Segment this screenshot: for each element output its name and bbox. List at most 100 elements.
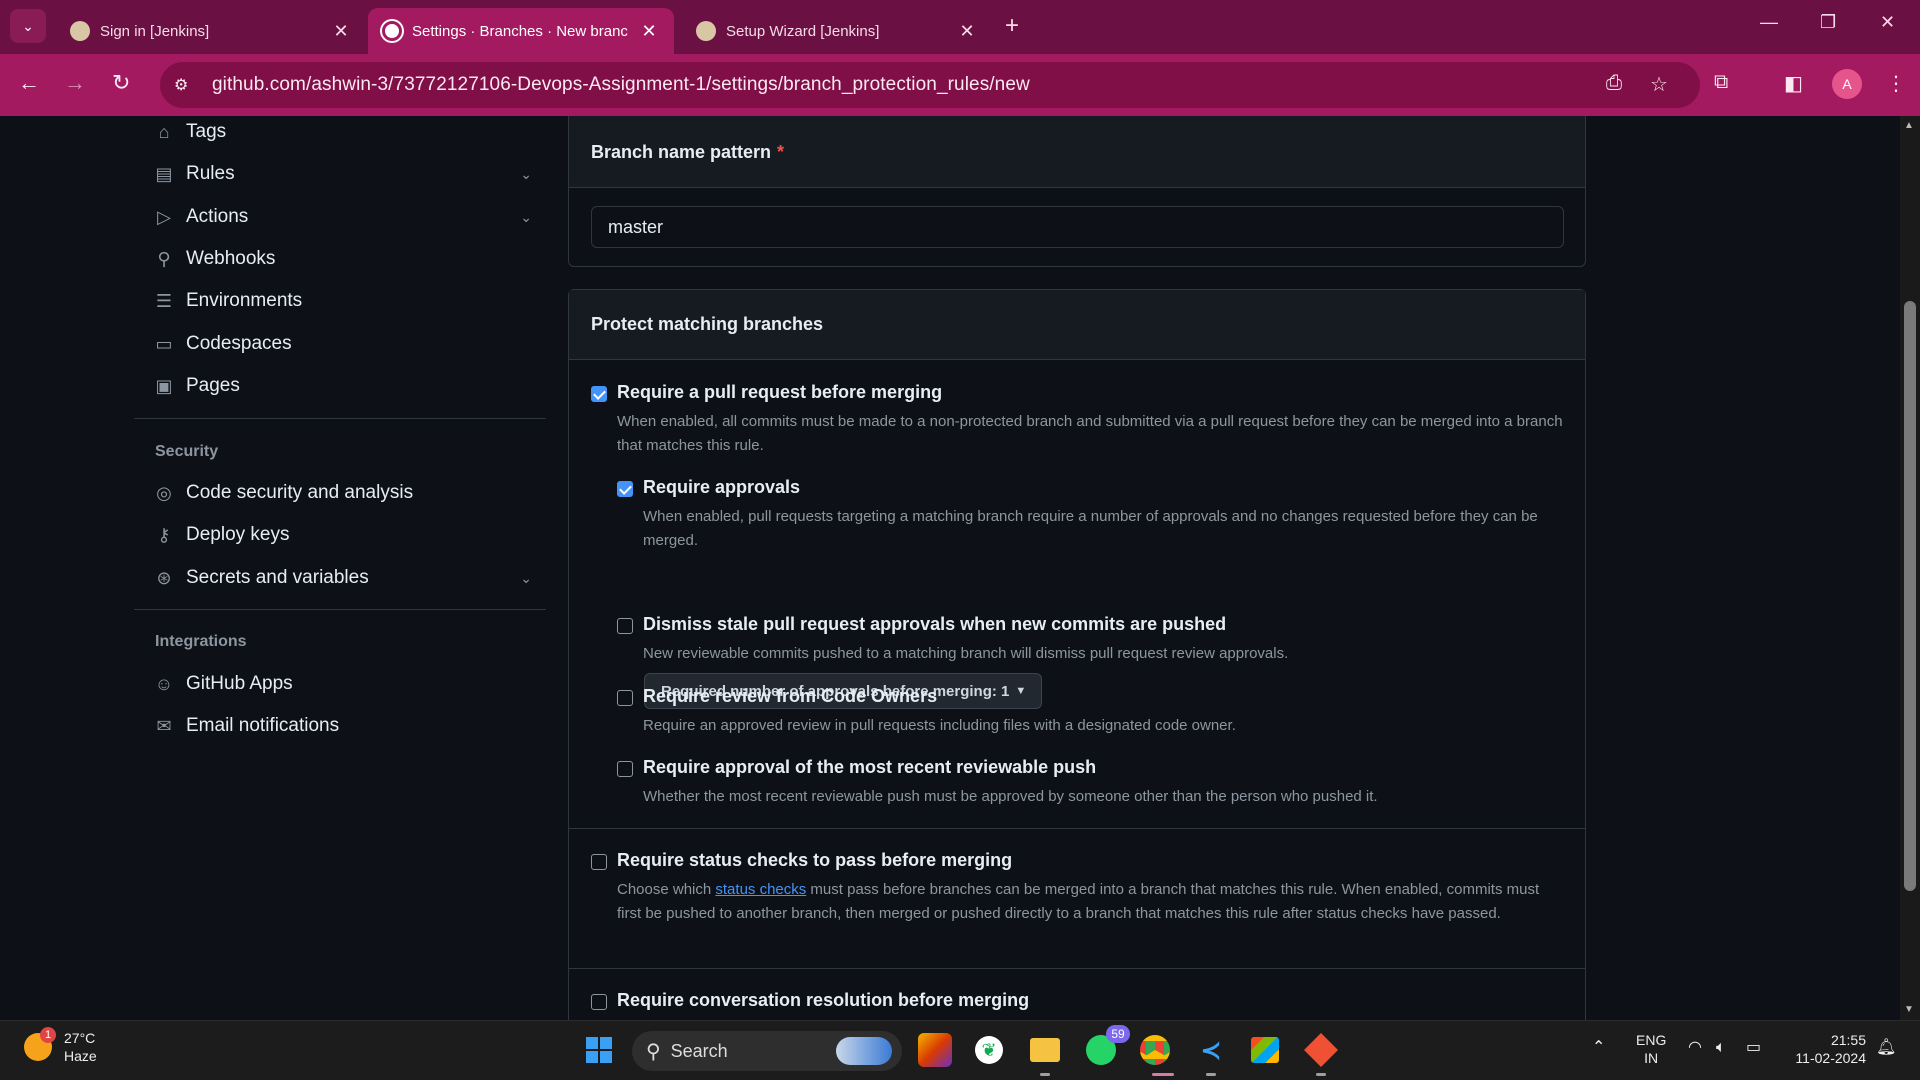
browser-toolbar: ← → ↻ ⚙ github.com/ashwin-3/73772127106-… xyxy=(0,54,1920,116)
dismiss-stale-checkbox[interactable] xyxy=(617,618,633,634)
tab-setup-wizard-jenkins[interactable]: Setup Wizard [Jenkins] ✕ xyxy=(682,8,992,54)
site-info-icon[interactable]: ⚙ xyxy=(174,75,198,95)
sidebar-item-pages[interactable]: ▣ Pages xyxy=(152,370,532,402)
language-indicator[interactable]: ENG IN xyxy=(1636,1031,1666,1067)
notification-bell-icon[interactable]: 🔔︎ xyxy=(1876,1039,1896,1057)
install-app-icon[interactable]: ⎙ xyxy=(1606,72,1622,95)
tab-title: Setup Wizard [Jenkins] xyxy=(726,22,880,40)
sidebar-item-label: Code security and analysis xyxy=(186,482,414,503)
chevron-down-icon[interactable]: ⌄ xyxy=(520,209,532,226)
code-owners-checkbox[interactable] xyxy=(617,690,633,706)
sidebar-item-tags[interactable]: ⌂ Tags xyxy=(152,116,532,148)
require-pr-label[interactable]: Require a pull request before merging xyxy=(617,382,942,403)
sidebar-item-label: Environments xyxy=(186,290,303,311)
copilot-icon[interactable] xyxy=(918,1033,952,1067)
branch-pattern-input[interactable]: master xyxy=(591,206,1564,248)
file-explorer-icon[interactable] xyxy=(1028,1033,1062,1067)
tray-overflow-icon[interactable]: ⌃ xyxy=(1592,1039,1605,1057)
codespaces-icon: ▭ xyxy=(155,333,173,354)
clock[interactable]: 21:55 11-02-2024 xyxy=(1786,1031,1866,1067)
restore-button[interactable]: ❐ xyxy=(1820,12,1836,33)
sidebar-item-label: Secrets and variables xyxy=(186,567,369,588)
tab-sign-in-jenkins[interactable]: Sign in [Jenkins] ✕ xyxy=(56,8,366,54)
sidebar-item-email-notifications[interactable]: ✉ Email notifications xyxy=(152,710,532,742)
close-icon[interactable]: ✕ xyxy=(638,21,660,42)
menu-icon[interactable]: ⋮ xyxy=(1886,71,1906,96)
sidebar-item-code-security[interactable]: ◎ Code security and analysis xyxy=(152,477,532,509)
battery-icon[interactable]: ▭ xyxy=(1746,1039,1761,1057)
sidebar-item-codespaces[interactable]: ▭ Codespaces xyxy=(152,328,532,360)
whatsapp-icon[interactable]: 59 xyxy=(1084,1025,1130,1067)
code-owners-label[interactable]: Require review from Code Owners xyxy=(643,686,937,707)
dismiss-stale-label[interactable]: Dismiss stale pull request approvals whe… xyxy=(643,614,1226,635)
browser-tab-bar: ⌄ Sign in [Jenkins] ✕ Settings · Branche… xyxy=(0,0,1920,54)
require-pr-checkbox[interactable] xyxy=(591,386,607,402)
close-window-button[interactable]: ✕ xyxy=(1880,12,1895,33)
search-highlight-icon xyxy=(836,1037,892,1065)
microsoft-store-icon[interactable] xyxy=(1248,1033,1282,1067)
status-checks-desc: Choose which status checks must pass bef… xyxy=(617,878,1567,926)
page-scrollbar[interactable]: ▲ ▼ xyxy=(1900,116,1920,1020)
search-icon: ⚲ xyxy=(646,1040,661,1063)
region-code: IN xyxy=(1644,1050,1659,1066)
forward-button[interactable]: → xyxy=(64,70,86,96)
status-checks-checkbox[interactable] xyxy=(591,854,607,870)
start-button[interactable] xyxy=(582,1033,616,1067)
sidebar-item-webhooks[interactable]: ⚲ Webhooks xyxy=(152,243,532,275)
chevron-down-icon[interactable]: ⌄ xyxy=(520,570,532,587)
scrollbar-thumb[interactable] xyxy=(1904,301,1916,891)
chrome-icon[interactable] xyxy=(1138,1033,1172,1067)
bookmark-star-icon[interactable]: ☆ xyxy=(1650,72,1668,97)
sidebar-item-github-apps[interactable]: ☺ GitHub Apps xyxy=(152,668,532,700)
conversation-resolution-checkbox[interactable] xyxy=(591,994,607,1010)
vscode-icon[interactable]: ≺ xyxy=(1194,1033,1228,1067)
sidebar-item-deploy-keys[interactable]: ⚷ Deploy keys xyxy=(152,519,532,551)
sidebar-item-label: Email notifications xyxy=(186,715,340,736)
side-panel-icon[interactable]: ◧ xyxy=(1784,71,1803,96)
minimize-button[interactable]: — xyxy=(1760,12,1778,33)
reload-button[interactable]: ↻ xyxy=(112,70,130,96)
recent-push-label[interactable]: Require approval of the most recent revi… xyxy=(643,757,1096,778)
address-bar[interactable]: ⚙ github.com/ashwin-3/73772127106-Devops… xyxy=(160,62,1700,108)
volume-icon[interactable]: 🔈︎ xyxy=(1716,1039,1726,1057)
chevron-down-icon: ⌄ xyxy=(22,17,34,34)
git-icon[interactable] xyxy=(1304,1033,1338,1067)
chevron-down-icon[interactable]: ⌄ xyxy=(520,166,532,183)
sidebar-item-rules[interactable]: ▤ Rules ⌄ xyxy=(152,158,532,190)
require-approvals-checkbox[interactable] xyxy=(617,481,633,497)
status-checks-link[interactable]: status checks xyxy=(715,881,806,898)
sidebar-item-label: GitHub Apps xyxy=(186,673,293,694)
sidebar-item-secrets[interactable]: ⊛ Secrets and variables ⌄ xyxy=(152,562,532,594)
sidebar-item-label: Codespaces xyxy=(186,333,292,354)
windows-icon xyxy=(586,1037,612,1063)
sidebar-item-environments[interactable]: ☰ Environments xyxy=(152,285,532,317)
url-text[interactable]: github.com/ashwin-3/73772127106-Devops-A… xyxy=(212,74,1030,96)
conversation-resolution-label[interactable]: Require conversation resolution before m… xyxy=(617,990,1029,1011)
close-icon[interactable]: ✕ xyxy=(330,21,352,42)
mongodb-compass-icon[interactable]: ❦ xyxy=(972,1033,1006,1067)
wifi-icon[interactable]: ◠ xyxy=(1688,1039,1702,1057)
scroll-up-icon[interactable]: ▲ xyxy=(1904,120,1914,131)
tab-settings-branches[interactable]: Settings · Branches · New branch p ✕ xyxy=(368,8,674,54)
dismiss-stale-desc: New reviewable commits pushed to a match… xyxy=(643,645,1289,662)
profile-avatar[interactable]: A xyxy=(1832,69,1862,99)
extensions-icon[interactable]: ⧉ xyxy=(1714,71,1728,94)
tab-search-button[interactable]: ⌄ xyxy=(10,9,46,43)
require-approvals-label[interactable]: Require approvals xyxy=(643,477,800,498)
recent-push-checkbox[interactable] xyxy=(617,761,633,777)
status-checks-label[interactable]: Require status checks to pass before mer… xyxy=(617,850,1012,871)
sidebar-heading-integrations: Integrations xyxy=(155,633,247,650)
scroll-down-icon[interactable]: ▼ xyxy=(1904,1004,1914,1015)
taskbar-search-label: Search xyxy=(670,1040,728,1061)
code-owners-desc: Require an approved review in pull reque… xyxy=(643,717,1236,734)
protect-branches-title: Protect matching branches xyxy=(591,314,824,334)
weather-temp: 27°C xyxy=(64,1030,96,1046)
weather-widget[interactable]: 1 27°C Haze xyxy=(24,1027,97,1065)
new-tab-button[interactable]: + xyxy=(1005,12,1019,40)
taskbar-search[interactable]: ⚲ Search xyxy=(632,1031,902,1071)
back-button[interactable]: ← xyxy=(18,70,40,96)
sidebar-item-label: Pages xyxy=(186,375,240,396)
close-icon[interactable]: ✕ xyxy=(956,21,978,42)
sidebar-item-actions[interactable]: ▷ Actions ⌄ xyxy=(152,201,532,233)
server-icon: ☰ xyxy=(155,290,173,311)
